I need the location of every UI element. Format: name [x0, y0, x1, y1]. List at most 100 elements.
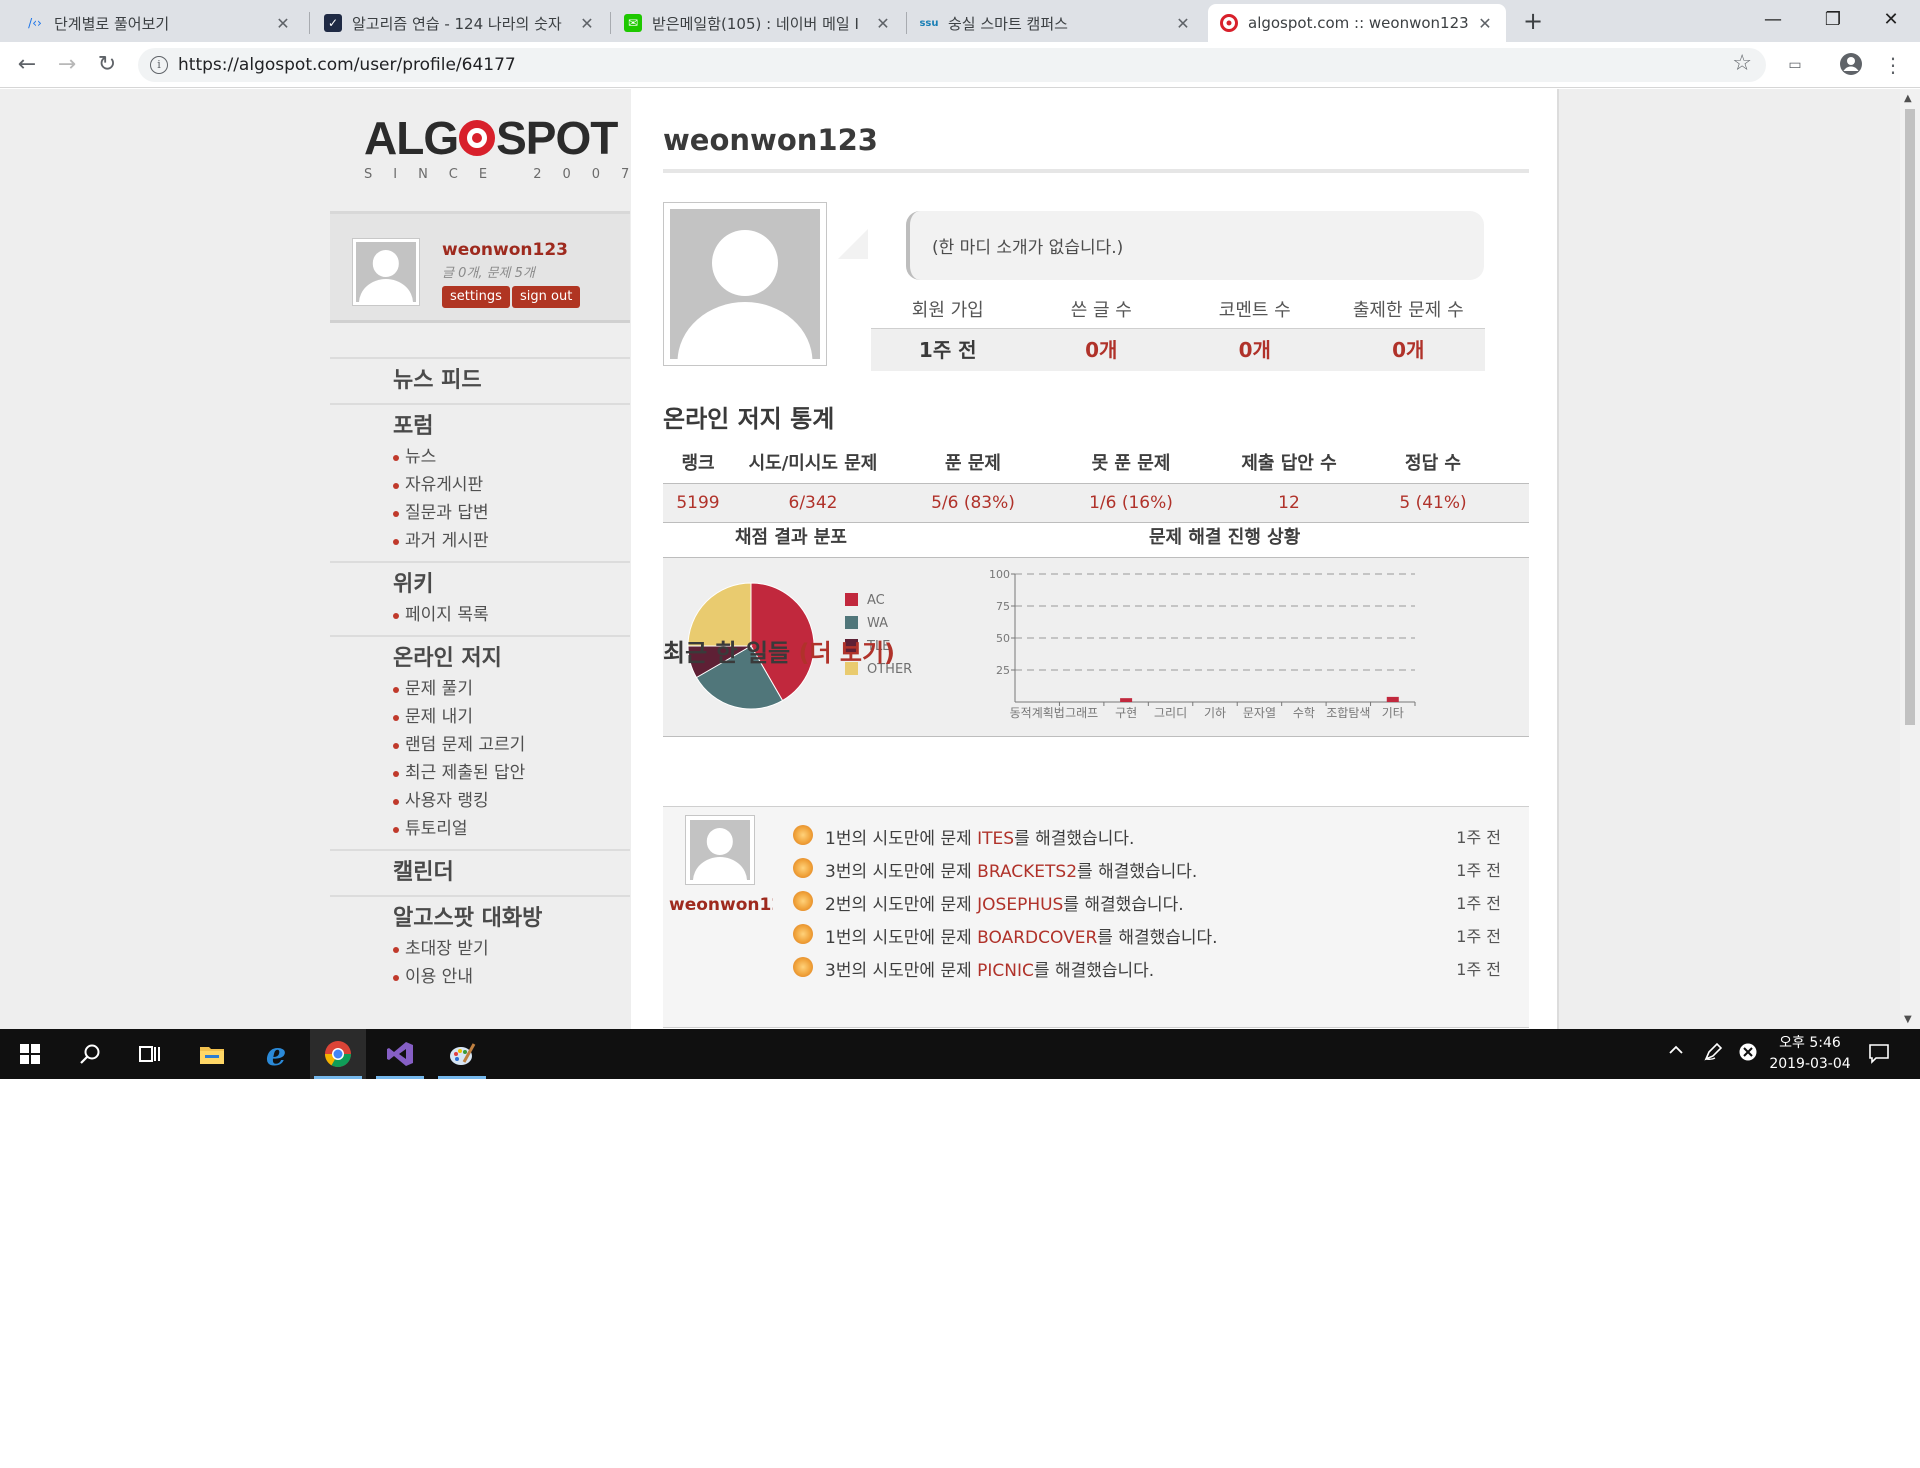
activity-user-name[interactable]: weonwon12 [669, 895, 773, 915]
scroll-up-icon[interactable]: ▲ [1904, 93, 1912, 104]
sidebar-menu-item[interactable]: 초대장 받기 [393, 935, 630, 963]
activity-suffix: 를 해결했습니다. [1063, 895, 1184, 915]
solved-badge-icon [793, 957, 813, 977]
back-icon[interactable]: ← [12, 50, 42, 80]
action-center-icon[interactable] [1868, 1042, 1890, 1069]
solved-badge-icon [793, 924, 813, 944]
more-link[interactable]: (더 보기) [798, 639, 895, 667]
judge-header: 푼 문제 [945, 453, 1001, 474]
bookmark-icon: ✓ [324, 14, 342, 32]
close-tab-icon[interactable]: ✕ [1476, 14, 1494, 33]
close-tab-icon[interactable]: ✕ [1174, 14, 1192, 33]
sidebar-menu-item[interactable]: 이용 안내 [393, 963, 630, 991]
judge-value: 6/342 [788, 493, 838, 513]
user-name[interactable]: weonwon123 [442, 240, 568, 260]
system-clock[interactable]: 오후 5:46 2019-03-04 [1762, 1033, 1858, 1075]
title-divider [663, 169, 1529, 173]
activity-prefix: 3번의 시도만에 문제 [825, 862, 978, 882]
pen-icon[interactable] [1703, 1042, 1723, 1067]
sidebar-menu-item[interactable]: 문제 내기 [393, 703, 630, 731]
settings-button[interactable]: settings [442, 286, 510, 308]
tab-3[interactable]: ✉ 받은메일함(105) : 네이버 메일 I ✕ [612, 4, 904, 42]
activity-avatar[interactable] [685, 815, 755, 885]
restore-icon[interactable]: ❐ [1804, 0, 1862, 40]
avatar[interactable] [352, 238, 420, 306]
user-meta: 글 0개, 문제 5개 [442, 266, 535, 281]
paint-icon[interactable] [434, 1029, 490, 1079]
x-tick-label: 동적계획법 [1010, 706, 1065, 720]
scrollbar-thumb[interactable] [1905, 109, 1915, 725]
activity-text: 1번의 시도만에 문제 ITES를 해결했습니다. [825, 824, 1134, 849]
menu-heading[interactable]: 뉴스 피드 [393, 365, 630, 397]
menu-heading[interactable]: 온라인 저지 [393, 643, 630, 675]
stat-header: 쓴 글 수 [1024, 293, 1178, 329]
sidebar-menu-item[interactable]: 튜토리얼 [393, 815, 630, 843]
tab-5-active[interactable]: algospot.com :: weonwon123 ✕ [1208, 4, 1506, 42]
tab-1[interactable]: /‹› 단계별로 풀어보기 ✕ [14, 4, 304, 42]
sidebar-menu-item[interactable]: 랜덤 문제 고르기 [393, 731, 630, 759]
menu-heading[interactable]: 포럼 [393, 411, 630, 443]
sidebar-menu-item[interactable]: 질문과 답변 [393, 499, 630, 527]
y-tick-label: 100 [989, 568, 1010, 581]
activity-item: 1번의 시도만에 문제 ITES를 해결했습니다. 1주 전 [793, 819, 1513, 851]
menu-heading[interactable]: 캘린더 [393, 857, 630, 889]
x-tick-label: 기타 [1382, 706, 1404, 720]
sidebar-menu-item[interactable]: 최근 제출된 답안 [393, 759, 630, 787]
problem-link[interactable]: BRACKETS2 [977, 862, 1077, 882]
activity-prefix: 2번의 시도만에 문제 [825, 895, 978, 915]
tray-overflow-icon[interactable] [1668, 1042, 1684, 1063]
stat-header: 회원 가입 [871, 293, 1025, 329]
menu-kebab-icon[interactable]: ⋮ [1880, 52, 1906, 78]
x-tick-label: 기하 [1204, 706, 1226, 720]
close-tab-icon[interactable]: ✕ [874, 14, 892, 33]
chrome-icon[interactable] [310, 1029, 366, 1079]
tab-title: 받은메일함(105) : 네이버 메일 I [652, 14, 859, 33]
search-icon[interactable] [62, 1029, 118, 1079]
sign-out-button[interactable]: sign out [512, 286, 581, 308]
code-brackets-icon: /‹› [28, 16, 42, 30]
sidebar-menu-item[interactable]: 뉴스 [393, 443, 630, 471]
url-text[interactable]: https://algospot.com/user/profile/64177 [178, 55, 516, 75]
minimize-icon[interactable]: — [1744, 0, 1802, 40]
sidebar-menu-item[interactable]: 자유게시판 [393, 471, 630, 499]
bookmark-star-icon[interactable]: ☆ [1732, 51, 1752, 76]
site-info-icon[interactable]: i [150, 56, 168, 74]
sidebar-menu-item[interactable]: 과거 게시판 [393, 527, 630, 555]
activity-suffix: 를 해결했습니다. [1097, 928, 1218, 948]
problem-link[interactable]: PICNIC [977, 961, 1034, 981]
sidebar-menu-item[interactable]: 문제 풀기 [393, 675, 630, 703]
cast-icon[interactable]: ▭ [1782, 52, 1808, 78]
problem-link[interactable]: BOARDCOVER [977, 928, 1097, 948]
internet-explorer-icon[interactable]: e [248, 1029, 304, 1079]
menu-heading[interactable]: 알고스팟 대화방 [393, 903, 630, 935]
page-scrollbar[interactable]: ▲ ▼ [1900, 89, 1920, 1029]
visual-studio-icon[interactable] [372, 1029, 428, 1079]
network-status-icon[interactable] [1738, 1042, 1758, 1067]
menu-section: 뉴스 피드 [330, 357, 630, 403]
address-bar[interactable]: i https://algospot.com/user/profile/6417… [138, 48, 1766, 82]
sidebar-menu-item[interactable]: 페이지 목록 [393, 601, 630, 629]
naver-mail-icon: ✉ [624, 14, 642, 32]
tab-4[interactable]: ssu 숭실 스마트 캠퍼스 ✕ [908, 4, 1204, 42]
x-tick-label: 문자열 [1243, 706, 1276, 720]
tab-2[interactable]: ✓ 알고리즘 연습 - 124 나라의 숫자 ✕ [312, 4, 608, 42]
close-window-icon[interactable]: ✕ [1862, 0, 1920, 40]
problem-link[interactable]: JOSEPHUS [977, 895, 1063, 915]
task-view-icon[interactable] [122, 1029, 178, 1079]
menu-section: 위키 페이지 목록 [330, 561, 630, 635]
profile-icon[interactable] [1838, 52, 1864, 78]
reload-icon[interactable]: ↻ [92, 50, 122, 80]
close-tab-icon[interactable]: ✕ [274, 14, 292, 33]
file-explorer-icon[interactable] [184, 1029, 240, 1079]
sidebar-menu-item[interactable]: 사용자 랭킹 [393, 787, 630, 815]
close-tab-icon[interactable]: ✕ [578, 14, 596, 33]
start-icon[interactable] [2, 1029, 58, 1079]
forward-icon[interactable]: → [52, 50, 82, 80]
scroll-down-icon[interactable]: ▼ [1904, 1014, 1912, 1025]
activity-text: 3번의 시도만에 문제 BRACKETS2를 해결했습니다. [825, 857, 1197, 882]
new-tab-icon[interactable]: + [1518, 6, 1548, 36]
menu-heading[interactable]: 위키 [393, 569, 630, 601]
problem-link[interactable]: ITES [977, 829, 1014, 849]
algospot-logo[interactable]: ALG SPOT [364, 111, 618, 165]
chart-headers: 채점 결과 분포 문제 해결 진행 상황 [663, 521, 1529, 555]
